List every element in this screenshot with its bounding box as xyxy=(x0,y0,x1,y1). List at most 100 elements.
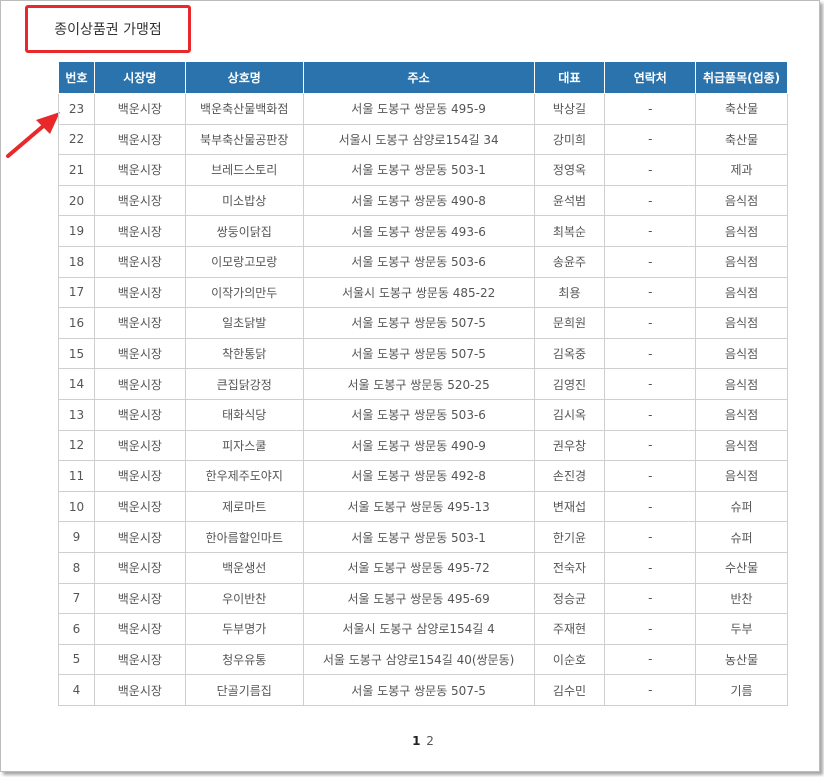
table-header-row: 번호 시장명 상호명 주소 대표 연락처 취급품목(업종) xyxy=(58,61,788,94)
cell-contact: - xyxy=(604,215,697,247)
cell-owner: 주재현 xyxy=(533,613,606,645)
cell-category: 축산물 xyxy=(695,93,788,125)
column-header-address: 주소 xyxy=(302,61,535,94)
cell-contact: - xyxy=(604,276,697,309)
cell-category: 음식점 xyxy=(695,276,788,309)
cell-category: 기름 xyxy=(695,674,788,706)
cell-market: 백운시장 xyxy=(93,429,186,462)
cell-contact: - xyxy=(604,307,697,339)
merchant-table: 번호 시장명 상호명 주소 대표 연락처 취급품목(업종) 23 백운시장 백운축산… xyxy=(58,61,788,706)
cell-address: 서울 도봉구 쌍문동 503-1 xyxy=(302,154,535,186)
cell-category: 음식점 xyxy=(695,184,788,217)
cell-address: 서울 도봉구 쌍문동 503-6 xyxy=(302,245,535,278)
cell-market: 백운시장 xyxy=(93,123,186,156)
table-row: 10 백운시장 제로마트 서울 도봉구 쌍문동 495-13 변재섭 - 슈퍼 xyxy=(58,490,788,523)
cell-contact: - xyxy=(604,398,697,431)
cell-store: 착한통닭 xyxy=(184,337,304,370)
cell-store: 백운생선 xyxy=(184,551,304,584)
table-row: 7 백운시장 우이반찬 서울 도봉구 쌍문동 495-69 정승균 - 반찬 xyxy=(58,582,788,615)
cell-address: 서울 도봉구 쌍문동 495-69 xyxy=(302,582,535,615)
cell-market: 백운시장 xyxy=(93,582,186,615)
cell-market: 백운시장 xyxy=(93,184,186,217)
table-row: 8 백운시장 백운생선 서울 도봉구 쌍문동 495-72 전숙자 - 수산물 xyxy=(58,551,788,584)
cell-number: 15 xyxy=(58,337,95,370)
cell-number: 18 xyxy=(58,245,95,278)
cell-market: 백운시장 xyxy=(93,245,186,278)
cell-owner: 손진경 xyxy=(533,460,606,492)
cell-owner: 권우창 xyxy=(533,429,606,462)
column-header-owner: 대표 xyxy=(533,61,606,94)
cell-store: 제로마트 xyxy=(184,490,304,523)
cell-address: 서울 도봉구 쌍문동 520-25 xyxy=(302,368,535,400)
cell-contact: - xyxy=(604,643,697,676)
cell-contact: - xyxy=(604,337,697,370)
cell-owner: 정영옥 xyxy=(533,154,606,186)
cell-owner: 송윤주 xyxy=(533,245,606,278)
cell-market: 백운시장 xyxy=(93,490,186,523)
table-row: 5 백운시장 청우유통 서울 도봉구 삼양로154길 40(쌍문동) 이순호 - 농산물 xyxy=(58,643,788,676)
cell-number: 7 xyxy=(58,582,95,615)
cell-owner: 정승균 xyxy=(533,582,606,615)
cell-owner: 문희원 xyxy=(533,307,606,339)
cell-category: 두부 xyxy=(695,613,788,645)
cell-contact: - xyxy=(604,521,697,553)
cell-market: 백운시장 xyxy=(93,215,186,247)
cell-number: 13 xyxy=(58,398,95,431)
cell-market: 백운시장 xyxy=(93,307,186,339)
cell-address: 서울 도봉구 쌍문동 490-9 xyxy=(302,429,535,462)
cell-number: 4 xyxy=(58,674,95,706)
cell-market: 백운시장 xyxy=(93,643,186,676)
table-row: 15 백운시장 착한통닭 서울 도봉구 쌍문동 507-5 김옥중 - 음식점 xyxy=(58,337,788,370)
table-row: 19 백운시장 쌍둥이닭집 서울 도봉구 쌍문동 493-6 최복순 - 음식점 xyxy=(58,215,788,247)
cell-store: 태화식당 xyxy=(184,398,304,431)
cell-store: 미소밥상 xyxy=(184,184,304,217)
cell-address: 서울시 도봉구 쌍문동 485-22 xyxy=(302,276,535,309)
cell-store: 큰집닭강정 xyxy=(184,368,304,400)
page-link-2[interactable]: 2 xyxy=(426,734,434,748)
cell-store: 두부명가 xyxy=(184,613,304,645)
table-row: 11 백운시장 한우제주도야지 서울 도봉구 쌍문동 492-8 손진경 - 음식점 xyxy=(58,460,788,492)
cell-store: 쌍둥이닭집 xyxy=(184,215,304,247)
cell-store: 청우유통 xyxy=(184,643,304,676)
cell-owner: 김수민 xyxy=(533,674,606,706)
red-arrow-icon xyxy=(6,112,60,158)
pagination: 1 2 xyxy=(0,734,824,748)
cell-number: 12 xyxy=(58,429,95,462)
cell-owner: 윤석범 xyxy=(533,184,606,217)
cell-owner: 김옥중 xyxy=(533,337,606,370)
cell-category: 슈퍼 xyxy=(695,521,788,553)
cell-category: 축산물 xyxy=(695,123,788,156)
cell-address: 서울시 도봉구 삼양로154길 34 xyxy=(302,123,535,156)
column-header-store: 상호명 xyxy=(184,61,304,94)
cell-market: 백운시장 xyxy=(93,613,186,645)
cell-store: 이모랑고모랑 xyxy=(184,245,304,278)
cell-contact: - xyxy=(604,245,697,278)
cell-number: 16 xyxy=(58,307,95,339)
cell-address: 서울 도봉구 쌍문동 507-5 xyxy=(302,674,535,706)
cell-address: 서울 도봉구 쌍문동 503-6 xyxy=(302,398,535,431)
table-row: 16 백운시장 일초닭발 서울 도봉구 쌍문동 507-5 문희원 - 음식점 xyxy=(58,307,788,339)
cell-contact: - xyxy=(604,490,697,523)
cell-store: 단골기름집 xyxy=(184,674,304,706)
cell-market: 백운시장 xyxy=(93,674,186,706)
cell-contact: - xyxy=(604,582,697,615)
cell-number: 22 xyxy=(58,123,95,156)
cell-address: 서울 도봉구 쌍문동 493-6 xyxy=(302,215,535,247)
table-row: 14 백운시장 큰집닭강정 서울 도봉구 쌍문동 520-25 김영진 - 음식점 xyxy=(58,368,788,400)
cell-store: 우이반찬 xyxy=(184,582,304,615)
cell-owner: 최용 xyxy=(533,276,606,309)
cell-owner: 한기윤 xyxy=(533,521,606,553)
cell-contact: - xyxy=(604,429,697,462)
cell-contact: - xyxy=(604,674,697,706)
cell-address: 서울시 도봉구 삼양로154길 4 xyxy=(302,613,535,645)
page-link-1[interactable]: 1 xyxy=(412,734,420,748)
cell-number: 21 xyxy=(58,154,95,186)
cell-address: 서울 도봉구 쌍문동 495-72 xyxy=(302,551,535,584)
cell-number: 9 xyxy=(58,521,95,553)
cell-owner: 박상길 xyxy=(533,93,606,125)
cell-owner: 변재섭 xyxy=(533,490,606,523)
cell-owner: 전숙자 xyxy=(533,551,606,584)
table-row: 4 백운시장 단골기름집 서울 도봉구 쌍문동 507-5 김수민 - 기름 xyxy=(58,674,788,706)
cell-number: 6 xyxy=(58,613,95,645)
cell-category: 음식점 xyxy=(695,215,788,247)
